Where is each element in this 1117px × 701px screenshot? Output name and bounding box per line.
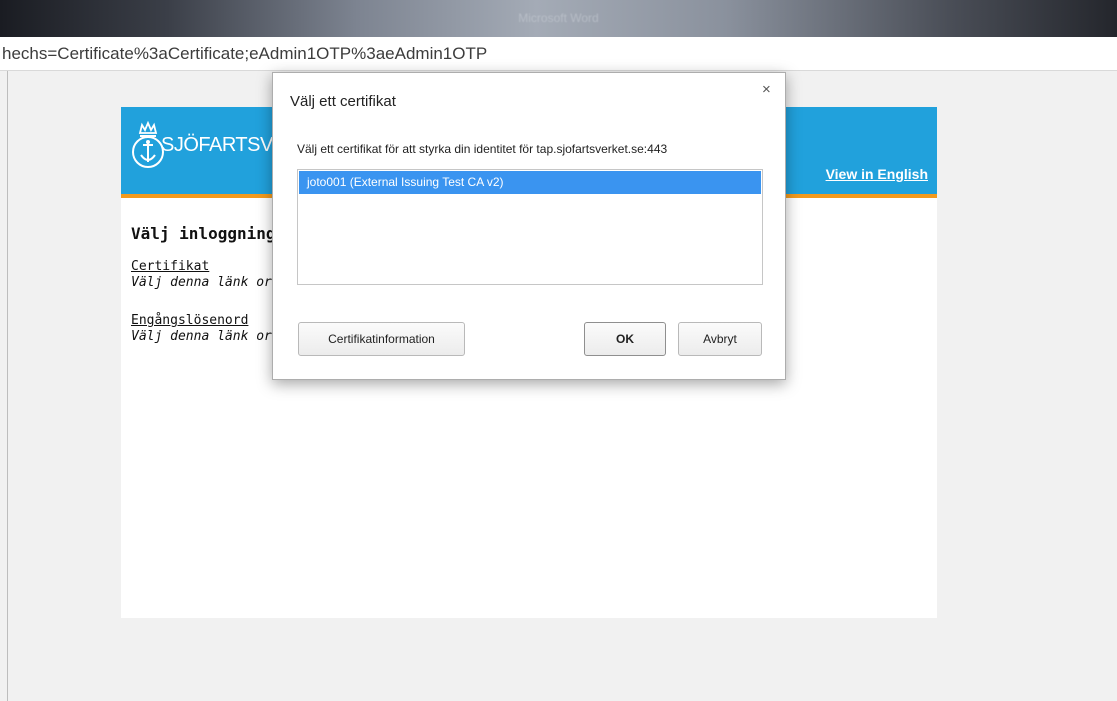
certificate-link[interactable]: Certifikat [131, 259, 209, 274]
address-bar[interactable]: hechs=Certificate%3aCertificate;eAdmin1O… [0, 37, 1117, 71]
address-bar-text[interactable]: hechs=Certificate%3aCertificate;eAdmin1O… [2, 44, 487, 64]
page-heading: Välj inloggning [131, 224, 276, 243]
select-certificate-dialog: Välj ett certifikat × Välj ett certifika… [272, 72, 786, 380]
certificate-list[interactable]: joto001 (External Issuing Test CA v2) [297, 169, 763, 285]
window-title-blurred: Microsoft Word [518, 11, 599, 25]
view-in-english-link[interactable]: View in English [826, 166, 928, 182]
logo-text: SJÖFARTSV [161, 134, 273, 156]
close-icon[interactable]: × [762, 81, 771, 98]
certificate-info-button[interactable]: Certifikatinformation [298, 322, 465, 356]
dialog-title: Välj ett certifikat [290, 93, 396, 110]
dialog-prompt: Välj ett certifikat för att styrka din i… [297, 142, 668, 156]
window-left-border [7, 71, 8, 701]
certificate-list-item-selected[interactable]: joto001 (External Issuing Test CA v2) [299, 171, 761, 194]
certificate-description: Välj denna länk or [131, 275, 272, 290]
window-titlebar: Microsoft Word [0, 0, 1117, 37]
one-time-password-link[interactable]: Engångslösenord [131, 313, 248, 328]
cancel-button[interactable]: Avbryt [678, 322, 762, 356]
one-time-password-description: Välj denna länk or [131, 329, 272, 344]
ok-button[interactable]: OK [584, 322, 666, 356]
